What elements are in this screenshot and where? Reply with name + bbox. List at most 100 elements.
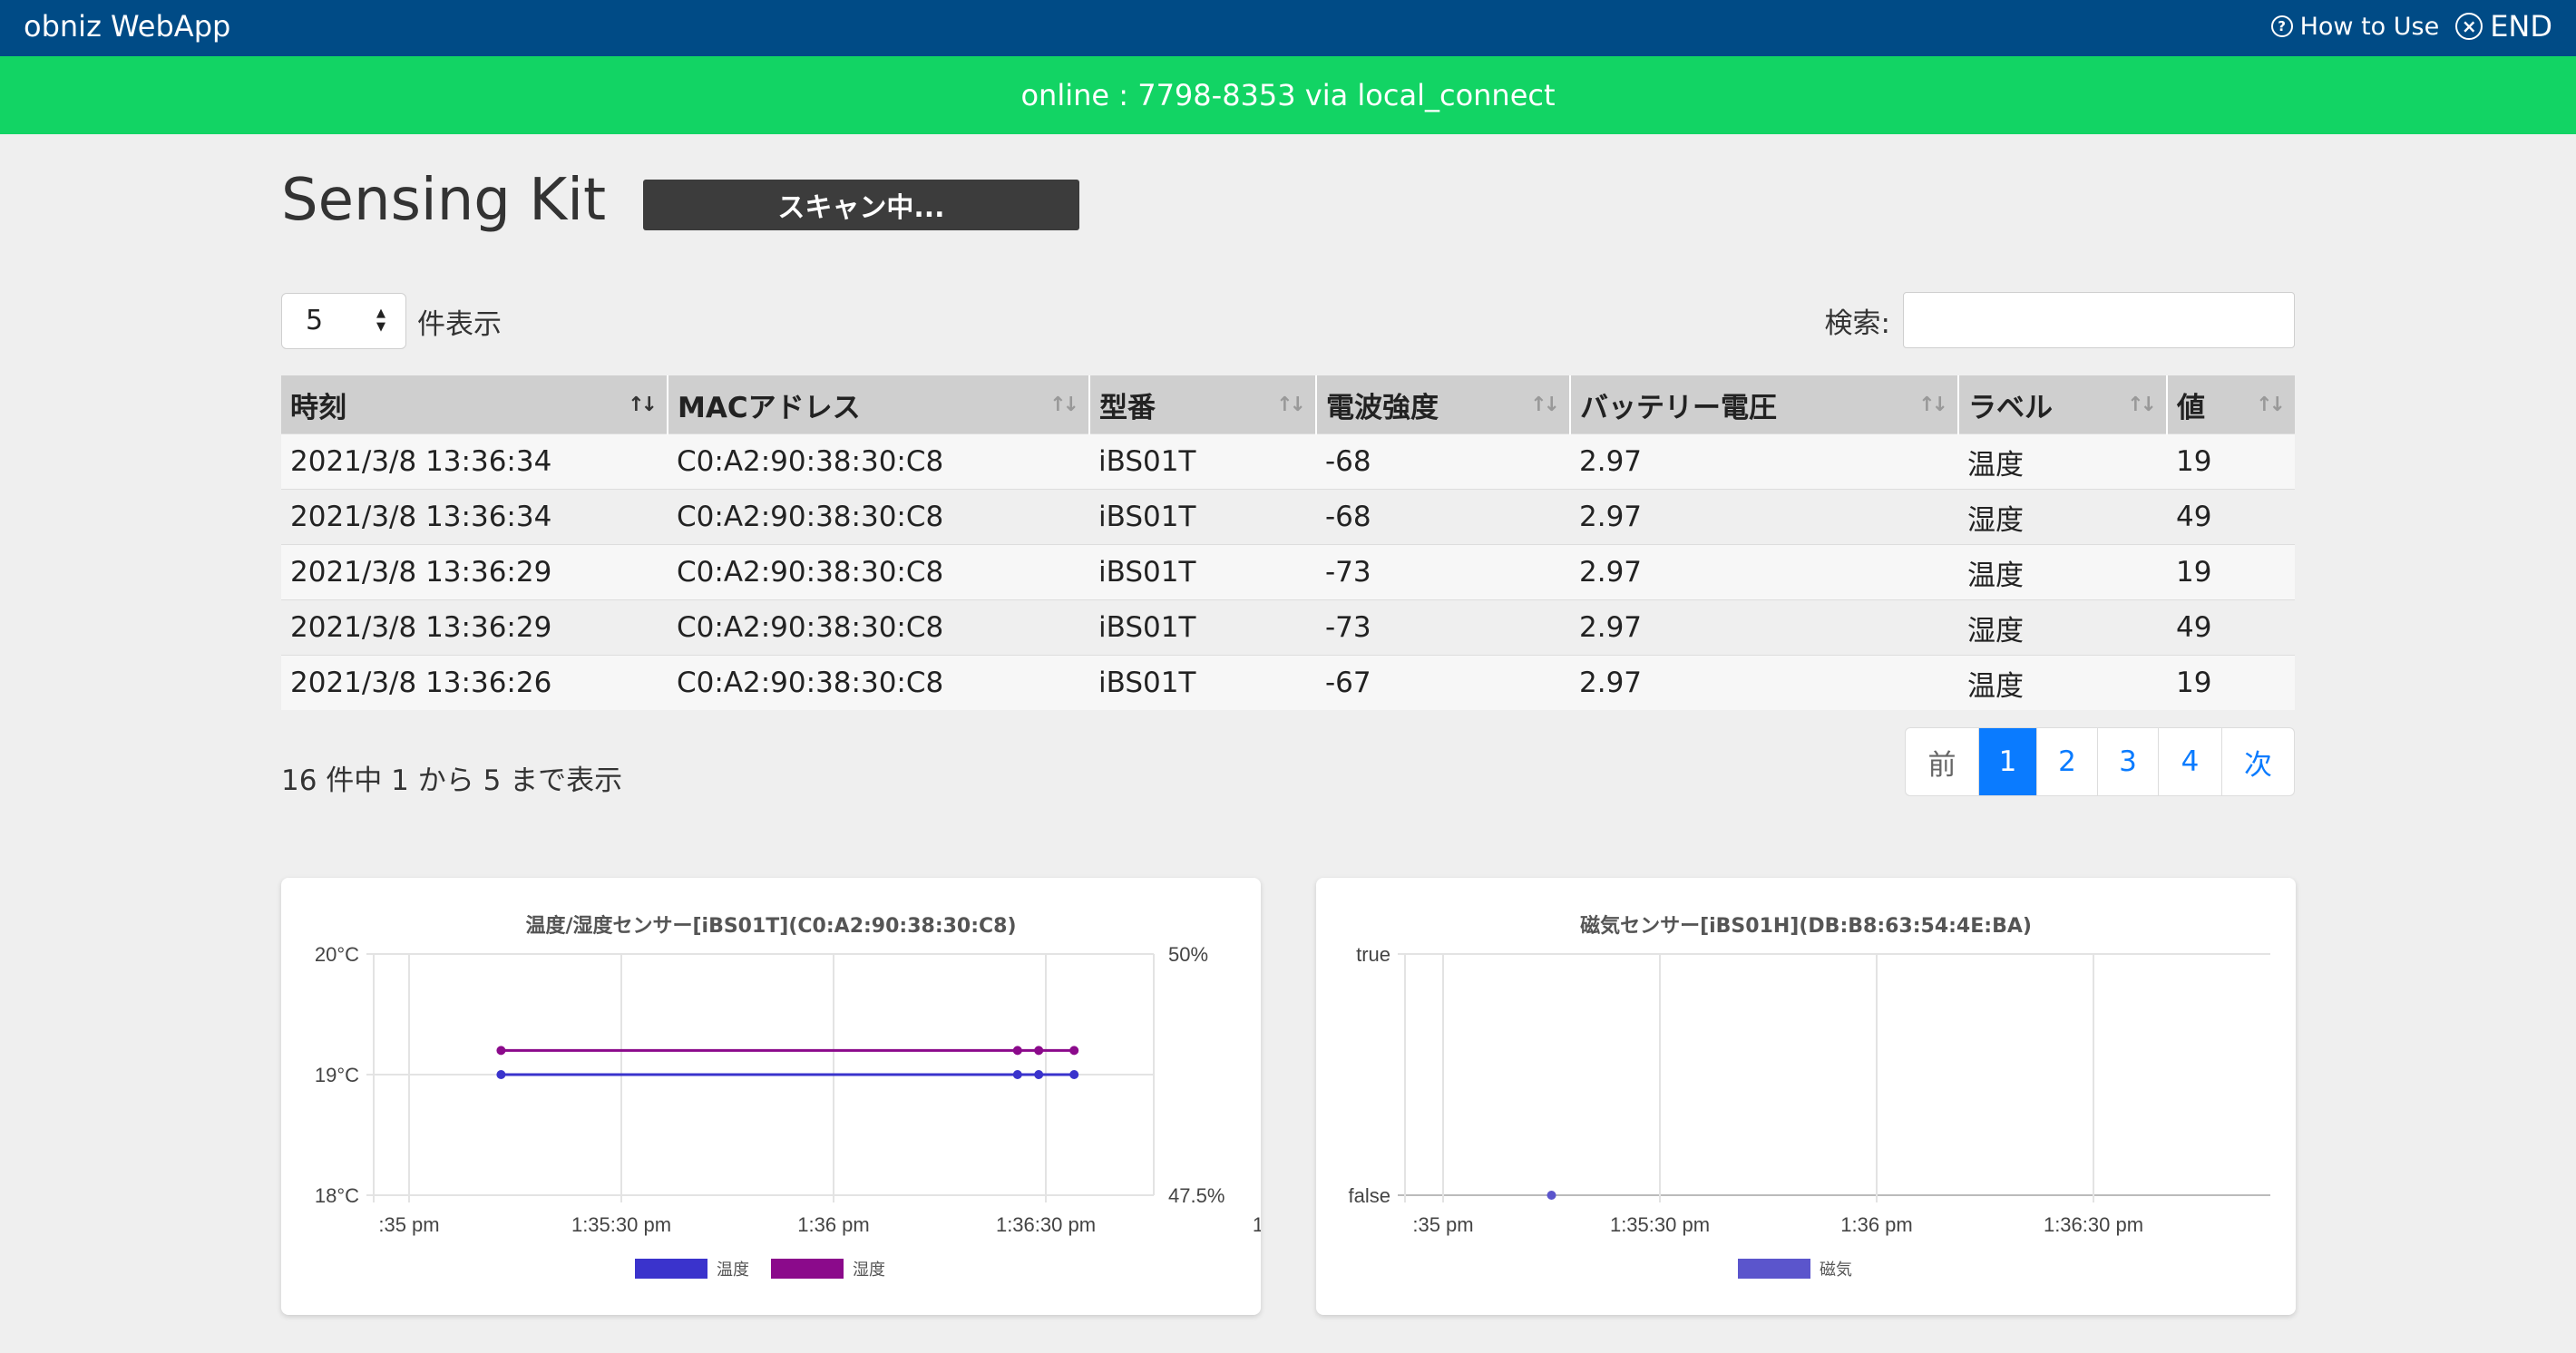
column-header-model[interactable]: 型番 ↑↓ [1089, 375, 1317, 434]
cell-battery: 2.97 [1570, 489, 1958, 545]
cell-mac: C0:A2:90:38:30:C8 [668, 544, 1089, 600]
table-row: 2021/3/8 13:36:26 C0:A2:90:38:30:C8 iBS0… [281, 655, 2295, 710]
cell-value: 49 [2167, 489, 2295, 545]
sort-icon: ↑↓ [1530, 394, 1560, 416]
cell-label: 湿度 [1958, 599, 2167, 656]
select-arrows-icon: ▲ ▼ [376, 307, 385, 334]
page-length-control: 5 ▲ ▼ 件表示 [281, 293, 502, 349]
page-length-select[interactable]: 5 ▲ ▼ [281, 293, 406, 349]
column-header-rssi[interactable]: 電波強度 ↑↓ [1316, 375, 1571, 434]
column-header-time[interactable]: 時刻 ↑↓ [281, 375, 668, 434]
data-point [1012, 1070, 1022, 1079]
pagination-page-3[interactable]: 3 [2097, 728, 2158, 795]
pagination-page-1[interactable]: 1 [1978, 728, 2036, 795]
pagination-prev[interactable]: 前 [1906, 728, 1978, 795]
data-point [496, 1046, 506, 1056]
sort-icon: ↑↓ [2127, 394, 2157, 416]
end-label: END [2490, 9, 2552, 44]
x-tick-label: 1:36 pm [1840, 1213, 1913, 1236]
cell-rssi: -73 [1316, 544, 1570, 600]
y-tick-label-left: 20°C [315, 943, 359, 966]
sensor-data-table: 時刻 ↑↓ MACアドレス ↑↓ 型番 ↑↓ 電波強度 ↑↓ バッテリー電圧 ↑↓ ラベル… [281, 375, 2295, 710]
x-tick-label: :35 pm [1412, 1213, 1473, 1236]
table-info: 16 件中 1 から 5 まで表示 [281, 764, 623, 797]
cell-rssi: -68 [1316, 433, 1570, 490]
cell-label: 温度 [1958, 655, 2167, 710]
column-header-battery[interactable]: バッテリー電圧 ↑↓ [1570, 375, 1959, 434]
legend-swatch [1738, 1259, 1810, 1279]
cell-mac: C0:A2:90:38:30:C8 [668, 489, 1089, 545]
y-tick-label-right: 50% [1168, 943, 1208, 966]
cell-time: 2021/3/8 13:36:29 [281, 544, 668, 600]
page-length-value: 5 [306, 305, 324, 336]
chart-title: 磁気センサー[iBS01H](DB:B8:63:54:4E:BA) [1580, 914, 2032, 938]
page-length-label: 件表示 [417, 307, 502, 341]
cell-label: 温度 [1958, 544, 2167, 600]
y-tick-label: false [1349, 1184, 1390, 1207]
column-header-label: 値 [2177, 391, 2205, 424]
y-tick-label-left: 18°C [315, 1184, 359, 1207]
help-circle-icon: ? [2270, 15, 2293, 37]
sort-icon: ↑↓ [1918, 394, 1948, 416]
data-point [1547, 1191, 1556, 1200]
cell-battery: 2.97 [1570, 599, 1958, 656]
cell-mac: C0:A2:90:38:30:C8 [668, 599, 1089, 656]
cell-model: iBS01T [1089, 599, 1316, 656]
scan-button[interactable]: スキャン中... [643, 180, 1079, 230]
cell-time: 2021/3/8 13:36:26 [281, 655, 668, 710]
column-header-label-col[interactable]: ラベル ↑↓ [1958, 375, 2168, 434]
cell-mac: C0:A2:90:38:30:C8 [668, 655, 1089, 710]
cell-value: 49 [2167, 599, 2295, 656]
x-tick-label: 1:36:30 pm [996, 1213, 1096, 1236]
cell-battery: 2.97 [1570, 655, 1958, 710]
app-header: obniz WebApp ? How to Use × END [0, 0, 2576, 56]
how-to-use-link[interactable]: ? How to Use [2270, 12, 2440, 41]
cell-rssi: -68 [1316, 489, 1570, 545]
cell-value: 19 [2167, 655, 2295, 710]
legend-label: 磁気 [1820, 1261, 1852, 1280]
table-row: 2021/3/8 13:36:29 C0:A2:90:38:30:C8 iBS0… [281, 544, 2295, 600]
cell-value: 19 [2167, 544, 2295, 600]
column-header-mac[interactable]: MACアドレス ↑↓ [668, 375, 1090, 434]
legend-swatch [771, 1259, 844, 1279]
legend-label: 温度 [717, 1261, 749, 1280]
y-tick-label-left: 19°C [315, 1064, 359, 1086]
cell-time: 2021/3/8 13:36:34 [281, 433, 668, 490]
chart-title: 温度/湿度センサー[iBS01T](C0:A2:90:38:30:C8) [525, 914, 1016, 938]
cell-mac: C0:A2:90:38:30:C8 [668, 433, 1089, 490]
column-header-value[interactable]: 値 ↑↓ [2167, 375, 2295, 434]
data-point [1012, 1046, 1022, 1056]
sort-icon: ↑↓ [1049, 394, 1079, 416]
sort-icon: ↑↓ [2256, 394, 2286, 416]
pagination-page-2[interactable]: 2 [2036, 728, 2097, 795]
app-title: obniz WebApp [24, 9, 231, 44]
cell-time: 2021/3/8 13:36:29 [281, 599, 668, 656]
column-header-label: 電波強度 [1326, 391, 1439, 424]
magnetic-chart-card: 磁気センサー[iBS01H](DB:B8:63:54:4E:BA) true fal… [1316, 878, 2296, 1315]
column-header-label: 型番 [1099, 391, 1156, 424]
pagination-page-4[interactable]: 4 [2158, 728, 2221, 795]
column-header-label: MACアドレス [678, 391, 861, 424]
magnetic-chart: 磁気センサー[iBS01H](DB:B8:63:54:4E:BA) true fal… [1349, 914, 2270, 1280]
end-button[interactable]: × END [2455, 9, 2552, 44]
data-point [1034, 1070, 1044, 1079]
cell-model: iBS01T [1089, 655, 1316, 710]
data-point [1069, 1046, 1079, 1056]
table-row: 2021/3/8 13:36:29 C0:A2:90:38:30:C8 iBS0… [281, 599, 2295, 656]
cell-rssi: -73 [1316, 599, 1570, 656]
search-input[interactable] [1903, 292, 2295, 348]
cell-model: iBS01T [1089, 433, 1316, 490]
cell-battery: 2.97 [1570, 544, 1958, 600]
column-header-label: 時刻 [290, 391, 346, 424]
pagination-next[interactable]: 次 [2221, 728, 2294, 795]
how-to-use-label: How to Use [2299, 12, 2440, 41]
pagination: 前 1 2 3 4 次 [1905, 727, 2295, 796]
header-actions: ? How to Use × END [2270, 9, 2552, 44]
temp-humidity-chart: 温度/湿度センサー[iBS01T](C0:A2:90:38:30:C8) 20°C… [315, 914, 1261, 1280]
cell-model: iBS01T [1089, 489, 1316, 545]
data-point [1034, 1046, 1044, 1056]
y-tick-label: true [1356, 943, 1390, 966]
cell-value: 19 [2167, 433, 2295, 490]
cell-label: 温度 [1958, 433, 2167, 490]
table-search: 検索: [1825, 292, 2295, 348]
